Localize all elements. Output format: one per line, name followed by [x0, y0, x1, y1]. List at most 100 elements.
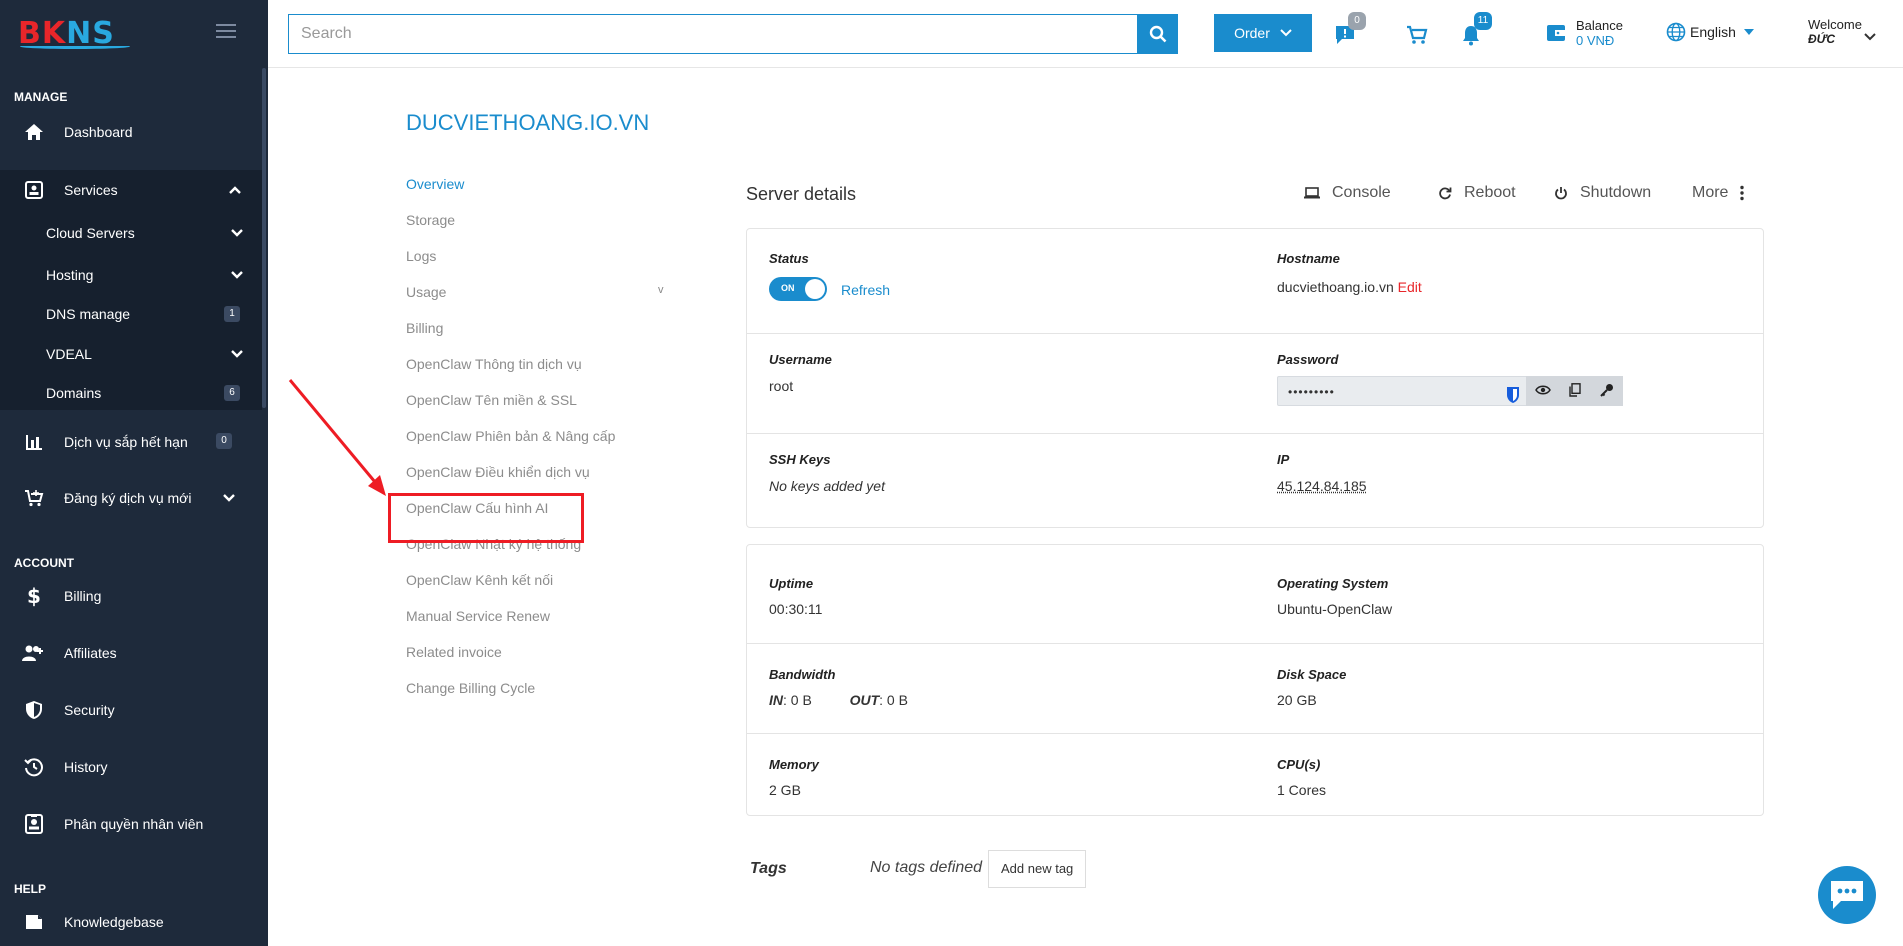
server-info-card: Status ON Refresh Hostname ducviethoang.… [746, 228, 1764, 528]
menu-openclaw-service-control[interactable]: OpenClaw Điều khiển dịch vụ [406, 464, 590, 484]
reboot-label: Reboot [1464, 184, 1516, 201]
edit-hostname-link[interactable]: Edit [1398, 279, 1422, 295]
sidebar-item-dashboard[interactable]: Dashboard [0, 112, 262, 152]
bw-in-label: IN [769, 692, 783, 708]
search-button[interactable] [1138, 14, 1178, 54]
sidebar-item-history[interactable]: History [0, 747, 262, 787]
sidebar-item-staff-permissions[interactable]: Phân quyền nhân viên [0, 804, 262, 844]
sidebar: BKNS MANAGE Dashboard Services Cloud Ser… [0, 0, 268, 946]
search-icon [1149, 25, 1167, 43]
memory-value: 2 GB [769, 782, 801, 798]
sidebar-item-vdeal[interactable]: VDEAL [0, 335, 262, 373]
more-button[interactable]: More [1692, 184, 1745, 202]
services-submenu: Cloud Servers Hosting DNS manage 1 VDEAL… [0, 210, 262, 410]
console-button[interactable]: Console [1304, 184, 1391, 202]
sidebar-item-label: Affiliates [64, 645, 117, 661]
more-label: More [1692, 184, 1729, 201]
language-selector[interactable]: English [1666, 22, 1754, 42]
menu-storage[interactable]: Storage [406, 212, 455, 232]
wallet-icon [1547, 25, 1565, 41]
chevron-down-icon [230, 267, 244, 283]
menu-openclaw-service-info[interactable]: OpenClaw Thông tin dịch vụ [406, 356, 582, 376]
username-label: Username [769, 352, 832, 367]
count-badge: 1 [224, 306, 240, 322]
cart-button[interactable] [1402, 20, 1432, 50]
eye-icon[interactable] [1535, 383, 1552, 399]
menu-related-invoice[interactable]: Related invoice [406, 644, 502, 664]
bitwarden-shield-icon[interactable] [1506, 386, 1520, 407]
menu-usage[interactable]: Usage v [406, 284, 666, 304]
uptime-label: Uptime [769, 576, 814, 591]
menu-logs[interactable]: Logs [406, 248, 436, 268]
chevron-down-icon [230, 225, 244, 241]
chevron-down-icon [230, 346, 244, 362]
tags-section: Tags No tags defined Add new tag [750, 850, 1250, 890]
order-button[interactable]: Order [1214, 14, 1312, 52]
section-help: HELP [14, 882, 47, 896]
reboot-button[interactable]: Reboot [1438, 184, 1516, 202]
sidebar-item-knowledgebase[interactable]: Knowledgebase [0, 902, 262, 942]
search-input[interactable] [289, 15, 1137, 53]
user-name: ĐỨC [1808, 32, 1836, 46]
sidebar-item-label: Knowledgebase [64, 914, 164, 930]
copy-icon[interactable] [1569, 382, 1582, 400]
refresh-link[interactable]: Refresh [841, 282, 890, 298]
menu-manual-renew[interactable]: Manual Service Renew [406, 608, 550, 628]
balance-widget[interactable]: Balance 0 VNĐ [1546, 18, 1623, 48]
sidebar-item-expiring[interactable]: Dịch vụ sắp hết hạn 0 [0, 422, 262, 462]
key-icon[interactable] [1600, 383, 1614, 400]
hostname-line: ducviethoang.io.vn Edit [1277, 279, 1422, 295]
user-menu[interactable]: Welcome ĐỨC [1808, 18, 1862, 47]
bw-out-label: OUT [849, 692, 880, 708]
sidebar-item-affiliates[interactable]: Affiliates [0, 633, 262, 673]
add-tag-button[interactable]: Add new tag [988, 850, 1087, 888]
password-mask: ••••••••• [1288, 385, 1335, 399]
sidebar-item-hosting[interactable]: Hosting [0, 256, 262, 294]
shutdown-label: Shutdown [1580, 184, 1652, 201]
menu-openclaw-domain-ssl[interactable]: OpenClaw Tên miền & SSL [406, 392, 577, 412]
sidebar-item-register-new[interactable]: Đăng ký dịch vụ mới [0, 478, 262, 518]
top-header: Order 0 11 Balance 0 VNĐ English Welcome… [268, 0, 1903, 68]
menu-change-billing-cycle[interactable]: Change Billing Cycle [406, 680, 535, 700]
sidebar-item-label: VDEAL [46, 346, 92, 362]
memory-label: Memory [769, 757, 819, 772]
shutdown-button[interactable]: Shutdown [1554, 184, 1651, 202]
sidebar-item-dns-manage[interactable]: DNS manage 1 [0, 295, 262, 333]
section-account: ACCOUNT [14, 556, 74, 570]
menu-overview[interactable]: Overview [406, 176, 464, 196]
sidebar-item-label: Dịch vụ sắp hết hạn [64, 434, 188, 450]
sidebar-item-security[interactable]: Security [0, 690, 262, 730]
sidebar-item-billing[interactable]: $ Billing [0, 576, 262, 616]
count-badge: 6 [224, 385, 240, 401]
language-label: English [1690, 24, 1736, 40]
tickets-button[interactable]: 0 [1330, 12, 1366, 50]
info-row: SSH Keys No keys added yet IP 45.124.84.… [747, 434, 1763, 529]
balance-value: 0 VNĐ [1576, 33, 1615, 48]
chat-button[interactable] [1818, 866, 1876, 924]
chevron-down-icon[interactable] [1864, 28, 1876, 44]
console-label: Console [1332, 184, 1391, 201]
sidebar-item-label: Services [64, 182, 118, 198]
menu-openclaw-channels[interactable]: OpenClaw Kênh kết nối [406, 572, 553, 592]
sidebar-item-services[interactable]: Services [0, 170, 262, 210]
menu-usage-label: Usage [406, 284, 447, 300]
status-toggle[interactable]: ON [769, 277, 827, 301]
disk-value: 20 GB [1277, 692, 1317, 708]
cart-plus-icon [22, 489, 46, 507]
ip-value[interactable]: 45.124.84.185 [1277, 478, 1367, 494]
sidebar-scrollbar[interactable] [262, 68, 266, 408]
server-details-title: Server details [746, 184, 857, 204]
logo-swoosh [20, 44, 130, 49]
sidebar-item-cloud-servers[interactable]: Cloud Servers [0, 214, 262, 252]
chevron-down-icon: v [658, 284, 664, 296]
menu-openclaw-version-upgrade[interactable]: OpenClaw Phiên bản & Nâng cấp [406, 428, 615, 448]
menu-toggle-icon[interactable] [216, 24, 236, 40]
info-row: Memory 2 GB CPU(s) 1 Cores [747, 734, 1763, 817]
sidebar-item-domains[interactable]: Domains 6 [0, 374, 262, 412]
menu-billing[interactable]: Billing [406, 320, 443, 340]
notifications-badge: 11 [1474, 12, 1492, 30]
notifications-button[interactable]: 11 [1456, 12, 1492, 50]
password-field[interactable]: ••••••••• [1277, 376, 1623, 407]
sidebar-item-label: History [64, 759, 108, 775]
hostname-label: Hostname [1277, 251, 1340, 266]
